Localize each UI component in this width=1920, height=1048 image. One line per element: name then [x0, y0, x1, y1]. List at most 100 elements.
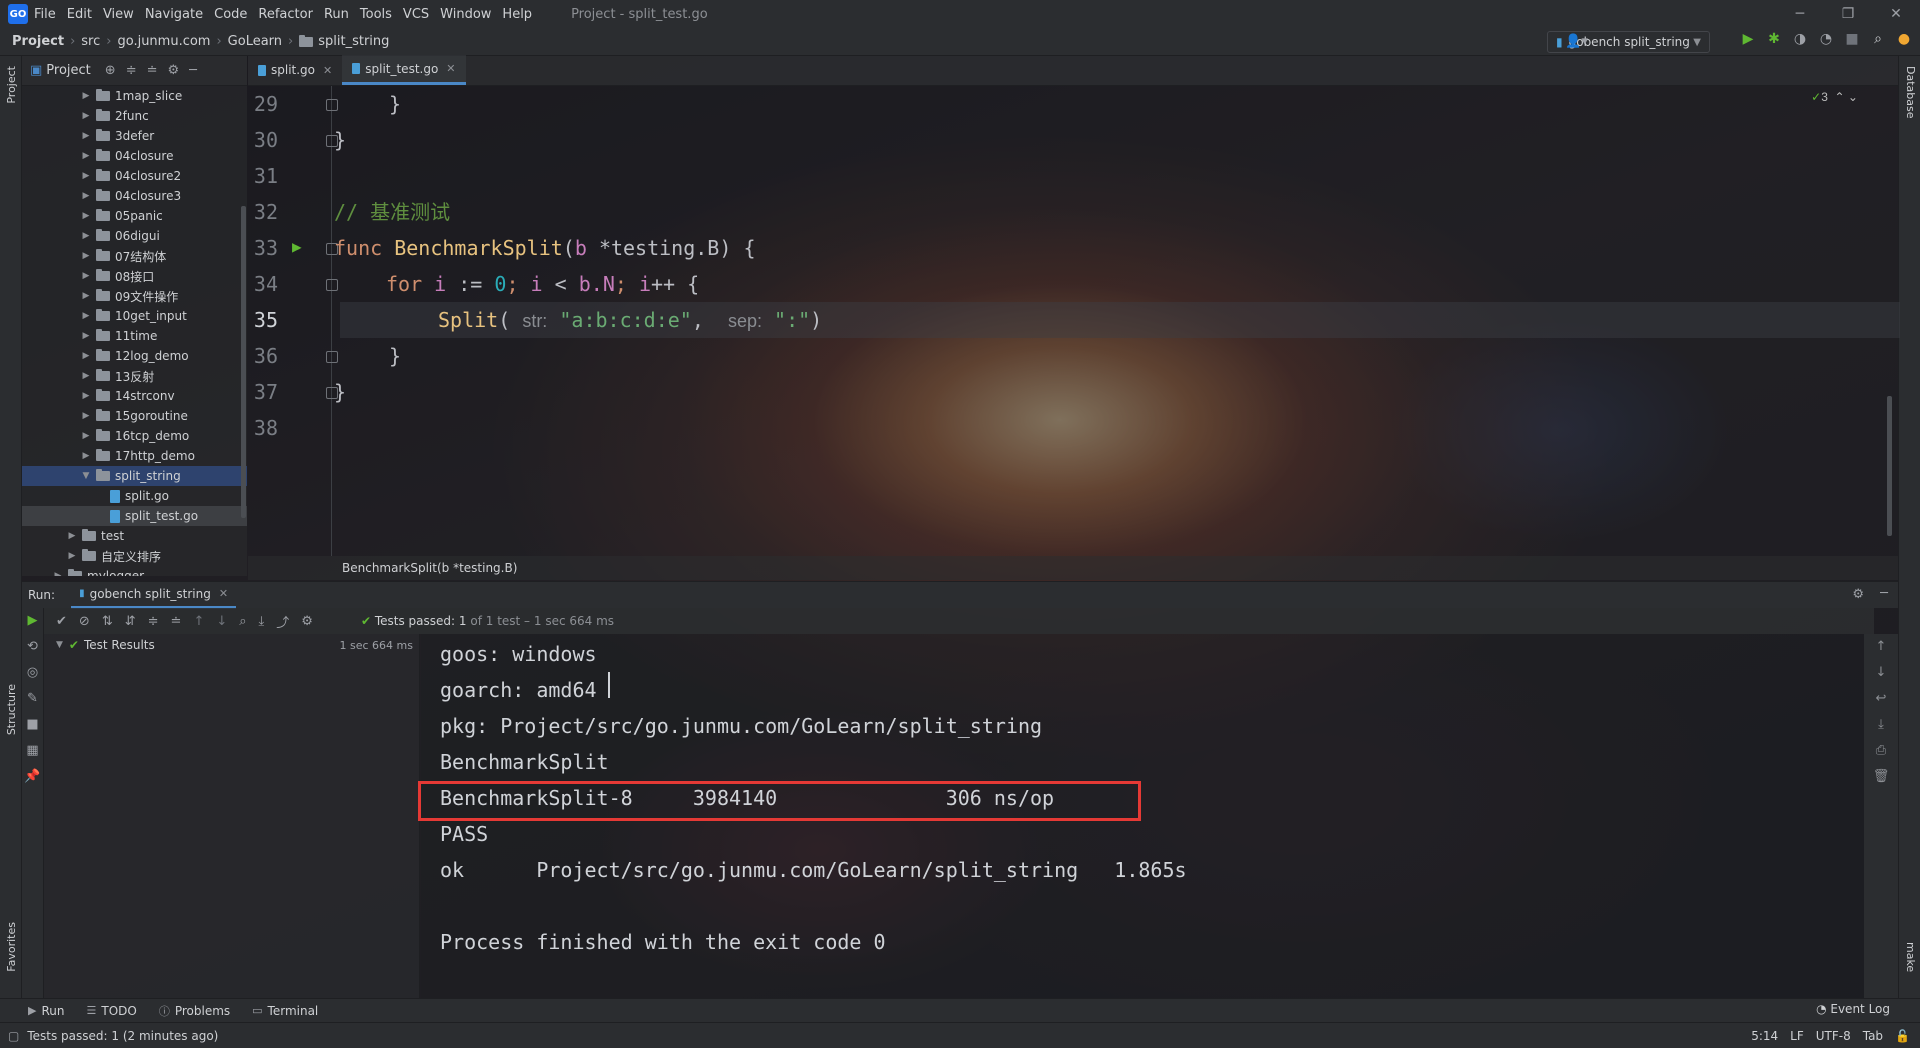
- chevron-right-icon[interactable]: ▶: [80, 131, 92, 141]
- breadcrumb-item[interactable]: Project: [12, 34, 64, 49]
- menu-item-run[interactable]: Run: [324, 7, 349, 22]
- menu-item-tools[interactable]: Tools: [360, 7, 392, 22]
- tree-item-folder[interactable]: ▼ split_string: [22, 466, 247, 486]
- layout-icon[interactable]: ▢: [8, 1029, 19, 1043]
- editor-tab[interactable]: split_test.go ✕: [342, 55, 466, 85]
- tree-item-folder[interactable]: ▶ 13反射: [22, 366, 247, 386]
- import-icon[interactable]: ⤓: [259, 614, 265, 629]
- chevron-right-icon[interactable]: ▶: [80, 311, 92, 321]
- tree-item-folder[interactable]: ▶ 11time: [22, 326, 247, 346]
- menu-item-vcs[interactable]: VCS: [403, 7, 429, 22]
- tree-item-folder[interactable]: ▶ 10get_input: [22, 306, 247, 326]
- tree-item-folder[interactable]: ▶ 09文件操作: [22, 286, 247, 306]
- chevron-right-icon[interactable]: ▶: [80, 351, 92, 361]
- tree-item-folder[interactable]: ▶ mylogger: [22, 566, 247, 576]
- soft-wrap-icon[interactable]: ↩: [1876, 686, 1887, 712]
- chevron-right-icon[interactable]: ▶: [80, 91, 92, 101]
- profile-icon[interactable]: ◔: [1818, 31, 1834, 47]
- chevron-right-icon[interactable]: ▶: [80, 331, 92, 341]
- menu-item-refactor[interactable]: Refactor: [258, 7, 313, 22]
- tree-item-folder[interactable]: ▶ 3defer: [22, 126, 247, 146]
- chevron-right-icon[interactable]: ▶: [80, 211, 92, 221]
- tree-item-folder[interactable]: ▶ 15goroutine: [22, 406, 247, 426]
- favorites-tool-button[interactable]: Favorites: [5, 922, 18, 972]
- gear-icon[interactable]: ⚙: [1852, 587, 1864, 602]
- menu-item-file[interactable]: File: [34, 7, 56, 22]
- lock-icon[interactable]: 🔓: [1895, 1029, 1910, 1043]
- bottom-tab-todo[interactable]: ☰ TODO: [86, 1004, 136, 1018]
- chevron-right-icon[interactable]: ▶: [80, 371, 92, 381]
- run-tab[interactable]: ▮ gobench split_string ✕: [71, 582, 237, 609]
- tree-item-folder[interactable]: ▶ 14strconv: [22, 386, 247, 406]
- tree-item-folder[interactable]: ▶ 06digui: [22, 226, 247, 246]
- tree-item-folder[interactable]: ▶ 16tcp_demo: [22, 426, 247, 446]
- project-view-select[interactable]: Project: [46, 63, 90, 78]
- gear-icon[interactable]: ⚙: [168, 63, 180, 78]
- user-icon[interactable]: 👤▾: [1565, 34, 1588, 49]
- tree-item-folder[interactable]: ▶ 12log_demo: [22, 346, 247, 366]
- bottom-tab-terminal[interactable]: ▭ Terminal: [252, 1004, 318, 1018]
- chevron-right-icon[interactable]: ▶: [80, 231, 92, 241]
- gear-icon[interactable]: ⚙: [301, 614, 313, 629]
- chevron-right-icon[interactable]: ▶: [80, 151, 92, 161]
- chevron-right-icon[interactable]: ▶: [52, 571, 64, 576]
- next-failed-icon[interactable]: ↓: [216, 614, 227, 629]
- tree-scrollbar[interactable]: [241, 206, 246, 518]
- chevron-right-icon[interactable]: ▶: [80, 271, 92, 281]
- collapse-all-icon[interactable]: ≐: [171, 614, 182, 629]
- project-tool-button[interactable]: Project: [5, 66, 18, 104]
- chevron-right-icon[interactable]: ▶: [80, 291, 92, 301]
- chevron-right-icon[interactable]: ▶: [80, 251, 92, 261]
- chevron-right-icon[interactable]: ▶: [66, 531, 78, 541]
- layout-icon[interactable]: ▦: [22, 738, 43, 764]
- chevron-right-icon[interactable]: ▶: [66, 551, 78, 561]
- line-separator[interactable]: LF: [1790, 1029, 1804, 1043]
- tree-item-folder[interactable]: ▶ 2func: [22, 106, 247, 126]
- fold-marker[interactable]: [326, 351, 338, 363]
- tree-item-folder[interactable]: ▶ 1map_slice: [22, 86, 247, 106]
- menu-item-edit[interactable]: Edit: [67, 7, 92, 22]
- coverage-icon[interactable]: ◑: [1792, 31, 1808, 47]
- sort-duration-icon[interactable]: ⇵: [125, 614, 136, 629]
- code-editor[interactable]: 29 30 31 32 33 34 35 36 37 38 } } // 基准测试 func Be…: [248, 86, 1900, 556]
- tree-item-folder[interactable]: ▶ 17http_demo: [22, 446, 247, 466]
- chevron-right-icon[interactable]: ▶: [80, 191, 92, 201]
- chevron-down-icon[interactable]: ▼: [56, 640, 63, 650]
- file-encoding[interactable]: UTF-8: [1816, 1029, 1851, 1043]
- run-gutter-icon[interactable]: ▶: [292, 237, 302, 256]
- tree-item-folder[interactable]: ▶ 04closure: [22, 146, 247, 166]
- editor-tab[interactable]: split.go ✕: [248, 55, 342, 85]
- export-icon[interactable]: ⤴: [276, 612, 289, 631]
- fold-marker[interactable]: [326, 279, 338, 291]
- tree-item-folder[interactable]: ▶ test: [22, 526, 247, 546]
- structure-tool-button[interactable]: Structure: [5, 684, 18, 735]
- chevron-right-icon[interactable]: ▶: [80, 451, 92, 461]
- breadcrumb-item[interactable]: go.junmu.com: [117, 34, 210, 49]
- chevron-down-icon[interactable]: ▼: [80, 471, 92, 481]
- breadcrumb-item[interactable]: src: [81, 34, 100, 49]
- tree-item-folder[interactable]: ▶ 07结构体: [22, 246, 247, 266]
- tree-item-folder[interactable]: ▶ 04closure3: [22, 186, 247, 206]
- indent-setting[interactable]: Tab: [1863, 1029, 1883, 1043]
- hide-icon[interactable]: ─: [189, 63, 197, 78]
- expand-all-icon[interactable]: ≑: [148, 614, 159, 629]
- inspection-widget[interactable]: ✓3 ⌃ ⌄: [1811, 90, 1858, 104]
- menu-item-code[interactable]: Code: [214, 7, 247, 22]
- minimize-icon[interactable]: ─: [1776, 0, 1824, 28]
- chevron-right-icon[interactable]: ▶: [80, 411, 92, 421]
- pin-icon[interactable]: 📌: [22, 764, 43, 790]
- maximize-icon[interactable]: ❐: [1824, 0, 1872, 28]
- rerun-icon[interactable]: ▶: [22, 608, 43, 634]
- tree-item-file[interactable]: split_test.go: [22, 506, 247, 526]
- sort-alpha-icon[interactable]: ⇅: [102, 614, 113, 629]
- tree-item-folder[interactable]: ▶ 05panic: [22, 206, 247, 226]
- locate-icon[interactable]: ⊕: [105, 63, 116, 78]
- breadcrumb-item[interactable]: split_string: [318, 34, 389, 49]
- close-icon[interactable]: ✕: [1872, 0, 1920, 28]
- fold-marker[interactable]: [326, 99, 338, 111]
- status-message[interactable]: Tests passed: 1 (2 minutes ago): [27, 1029, 218, 1043]
- camera-icon[interactable]: ◎: [22, 660, 43, 686]
- chevron-right-icon[interactable]: ▶: [80, 391, 92, 401]
- tree-item-folder[interactable]: ▶ 自定义排序: [22, 546, 247, 566]
- menu-item-window[interactable]: Window: [440, 7, 491, 22]
